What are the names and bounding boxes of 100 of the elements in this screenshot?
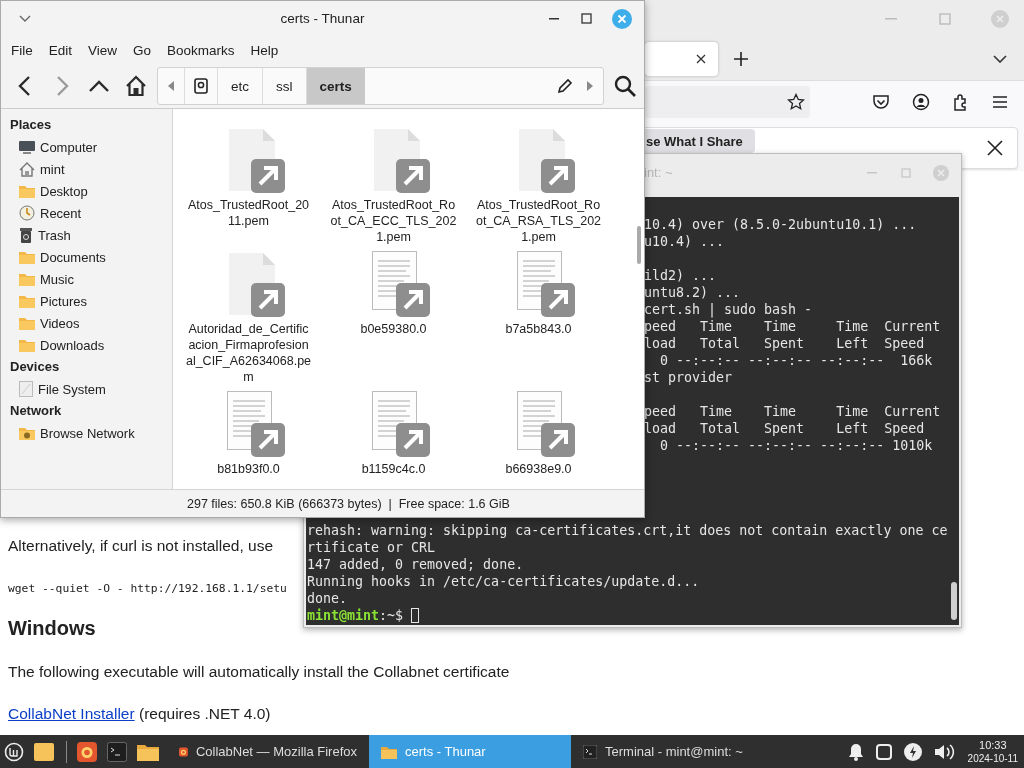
sidebar-item[interactable]: Computer	[1, 136, 172, 158]
window-title: certs - Thunar	[280, 11, 365, 26]
output-line: rtificate or CRL	[307, 539, 436, 556]
clock-time[interactable]: 10:33	[979, 738, 1007, 752]
folder-icon	[19, 250, 35, 264]
file-name: b7a5b843.0	[504, 321, 573, 337]
sidebar-item[interactable]: mint	[1, 158, 172, 180]
menu-item[interactable]: Go	[125, 42, 160, 58]
sidebar-item[interactable]: Trash	[1, 224, 172, 246]
output-line: peed Time Time Time Current	[644, 318, 941, 335]
folder-icon	[381, 744, 397, 759]
output-line: 10.4) over (8.5.0-2ubuntu10.1) ...	[644, 216, 917, 233]
taskbar-window-button[interactable]: Terminal - mint@mint: ~	[571, 735, 773, 768]
search-icon[interactable]	[614, 75, 636, 97]
taskbar-window-button[interactable]: CollabNet — Mozilla Firefox	[167, 735, 369, 768]
section-heading: Places	[9, 116, 53, 134]
output-line: untu8.2) ...	[644, 284, 741, 301]
output-line: Running hooks in /etc/ca-certificates/update.d...	[307, 573, 700, 590]
output-line: done.	[307, 590, 348, 607]
menu-logo-icon[interactable]	[4, 741, 24, 762]
output-line: load Total Spent Left Speed	[644, 335, 925, 352]
right-triangle-icon	[587, 81, 593, 91]
folder-icon	[19, 272, 35, 286]
terminal-icon[interactable]	[107, 741, 127, 762]
status-text: 297 files: 650.8 KiB (666373 bytes) | Free space: 1.6 GiB	[187, 496, 510, 511]
home-icon	[124, 75, 147, 97]
folder-icon[interactable]	[34, 742, 54, 761]
pocket-icon[interactable]	[872, 93, 890, 111]
output-line: 0 --:--:-- --:--:-- --:--:-- 1010k	[659, 437, 933, 454]
menu-item[interactable]: File	[3, 42, 41, 58]
maximize-icon[interactable]	[581, 13, 592, 24]
folder-icon[interactable]	[137, 742, 159, 761]
scrollbar-thumb[interactable]	[951, 582, 957, 620]
scrollbar-thumb[interactable]	[637, 226, 641, 264]
menu-item[interactable]: Bookmarks	[159, 42, 243, 58]
prompt-path: :~$	[379, 608, 404, 623]
file-name: b0e59380.0	[359, 321, 428, 337]
close-icon[interactable]	[987, 140, 1003, 156]
account-icon[interactable]	[912, 93, 930, 111]
drive-icon	[194, 78, 208, 94]
sidebar-item[interactable]: Music	[1, 268, 172, 290]
drive-icon	[19, 381, 33, 397]
output-line: rehash: warning: skipping ca-certificates.crt,it does not contain exactly one ce	[307, 522, 948, 539]
terminal-icon	[583, 744, 597, 759]
sidebar-item[interactable]: File System	[1, 378, 172, 400]
bell-icon[interactable]	[847, 742, 864, 761]
menu-item[interactable]: Edit	[40, 42, 81, 58]
file-name: Atos_TrustedRoot_Root_CA_ECC_TLS_2021.pem	[330, 197, 457, 245]
chevron-down-icon[interactable]	[993, 55, 1007, 63]
output-line: st provider	[644, 369, 733, 386]
file-name: Atos_TrustedRoot_2011.pem	[186, 197, 311, 229]
menu-item[interactable]: View	[80, 42, 126, 58]
output-line: u10.4) ...	[644, 233, 725, 250]
text-cursor	[411, 608, 420, 623]
paragraph: Alternatively, if curl is not installed, use	[8, 536, 274, 556]
pencil-icon[interactable]	[557, 78, 573, 94]
file-name: b66938e9.0	[504, 461, 573, 477]
section-heading: Windows	[8, 617, 96, 640]
path-segment[interactable]: ssl	[262, 68, 306, 104]
sidebar-item[interactable]: Downloads	[1, 334, 172, 356]
folder-icon	[19, 294, 35, 308]
sidebar-item[interactable]: Documents	[1, 246, 172, 268]
star-icon[interactable]	[787, 93, 805, 111]
sidebar-item[interactable]: Desktop	[1, 180, 172, 202]
trash-icon	[19, 227, 33, 243]
file-name: Atos_TrustedRoot_Root_CA_RSA_TLS_2021.pem	[475, 197, 602, 245]
new-tab-icon[interactable]	[734, 52, 748, 66]
output-line: ild2) ...	[644, 267, 717, 284]
section-heading: Network	[9, 402, 63, 420]
volume-icon[interactable]	[933, 742, 956, 761]
sidebar-item[interactable]: Videos	[1, 312, 172, 334]
sidebar-item[interactable]: Pictures	[1, 290, 172, 312]
home-icon	[19, 161, 35, 177]
link-note: (requires .NET 4.0)	[138, 705, 271, 722]
installer-link[interactable]: CollabNet Installer	[8, 705, 135, 722]
browser-icon[interactable]	[77, 741, 97, 762]
menu-item[interactable]: Help	[242, 42, 287, 58]
share-choice-button[interactable]: se What I Share	[645, 129, 755, 153]
address-field[interactable]	[645, 86, 810, 118]
output-line: 147 added, 0 removed; done.	[307, 556, 524, 573]
sidebar-item[interactable]: Recent	[1, 202, 172, 224]
chevron-down-icon[interactable]	[19, 14, 31, 23]
output-line: 0 --:--:-- --:--:-- --:--:-- 166k	[659, 352, 933, 369]
window-icon[interactable]	[875, 743, 892, 760]
file-name: Autoridad_de_Certificacion_Firmaprofesional_CIF_A62634068.pem	[185, 321, 312, 385]
network-folder-icon	[19, 426, 35, 440]
prompt-user: mint@mint	[307, 608, 380, 623]
menu-icon[interactable]	[992, 95, 1008, 109]
section-heading: Devices	[9, 358, 61, 376]
clock-date[interactable]: 2024-10-11	[967, 751, 1018, 765]
output-line: peed Time Time Time Current	[644, 403, 941, 420]
power-icon[interactable]	[903, 742, 922, 761]
path-segment[interactable]: etc	[217, 68, 262, 104]
monitor-icon	[19, 140, 35, 154]
close-icon[interactable]	[696, 54, 706, 64]
folder-icon	[19, 338, 35, 352]
path-segment[interactable]: certs	[305, 68, 365, 104]
sidebar-item[interactable]: Browse Network	[1, 422, 172, 444]
folder-icon	[19, 184, 35, 198]
output-line: cert.sh | sudo bash -	[644, 301, 813, 318]
